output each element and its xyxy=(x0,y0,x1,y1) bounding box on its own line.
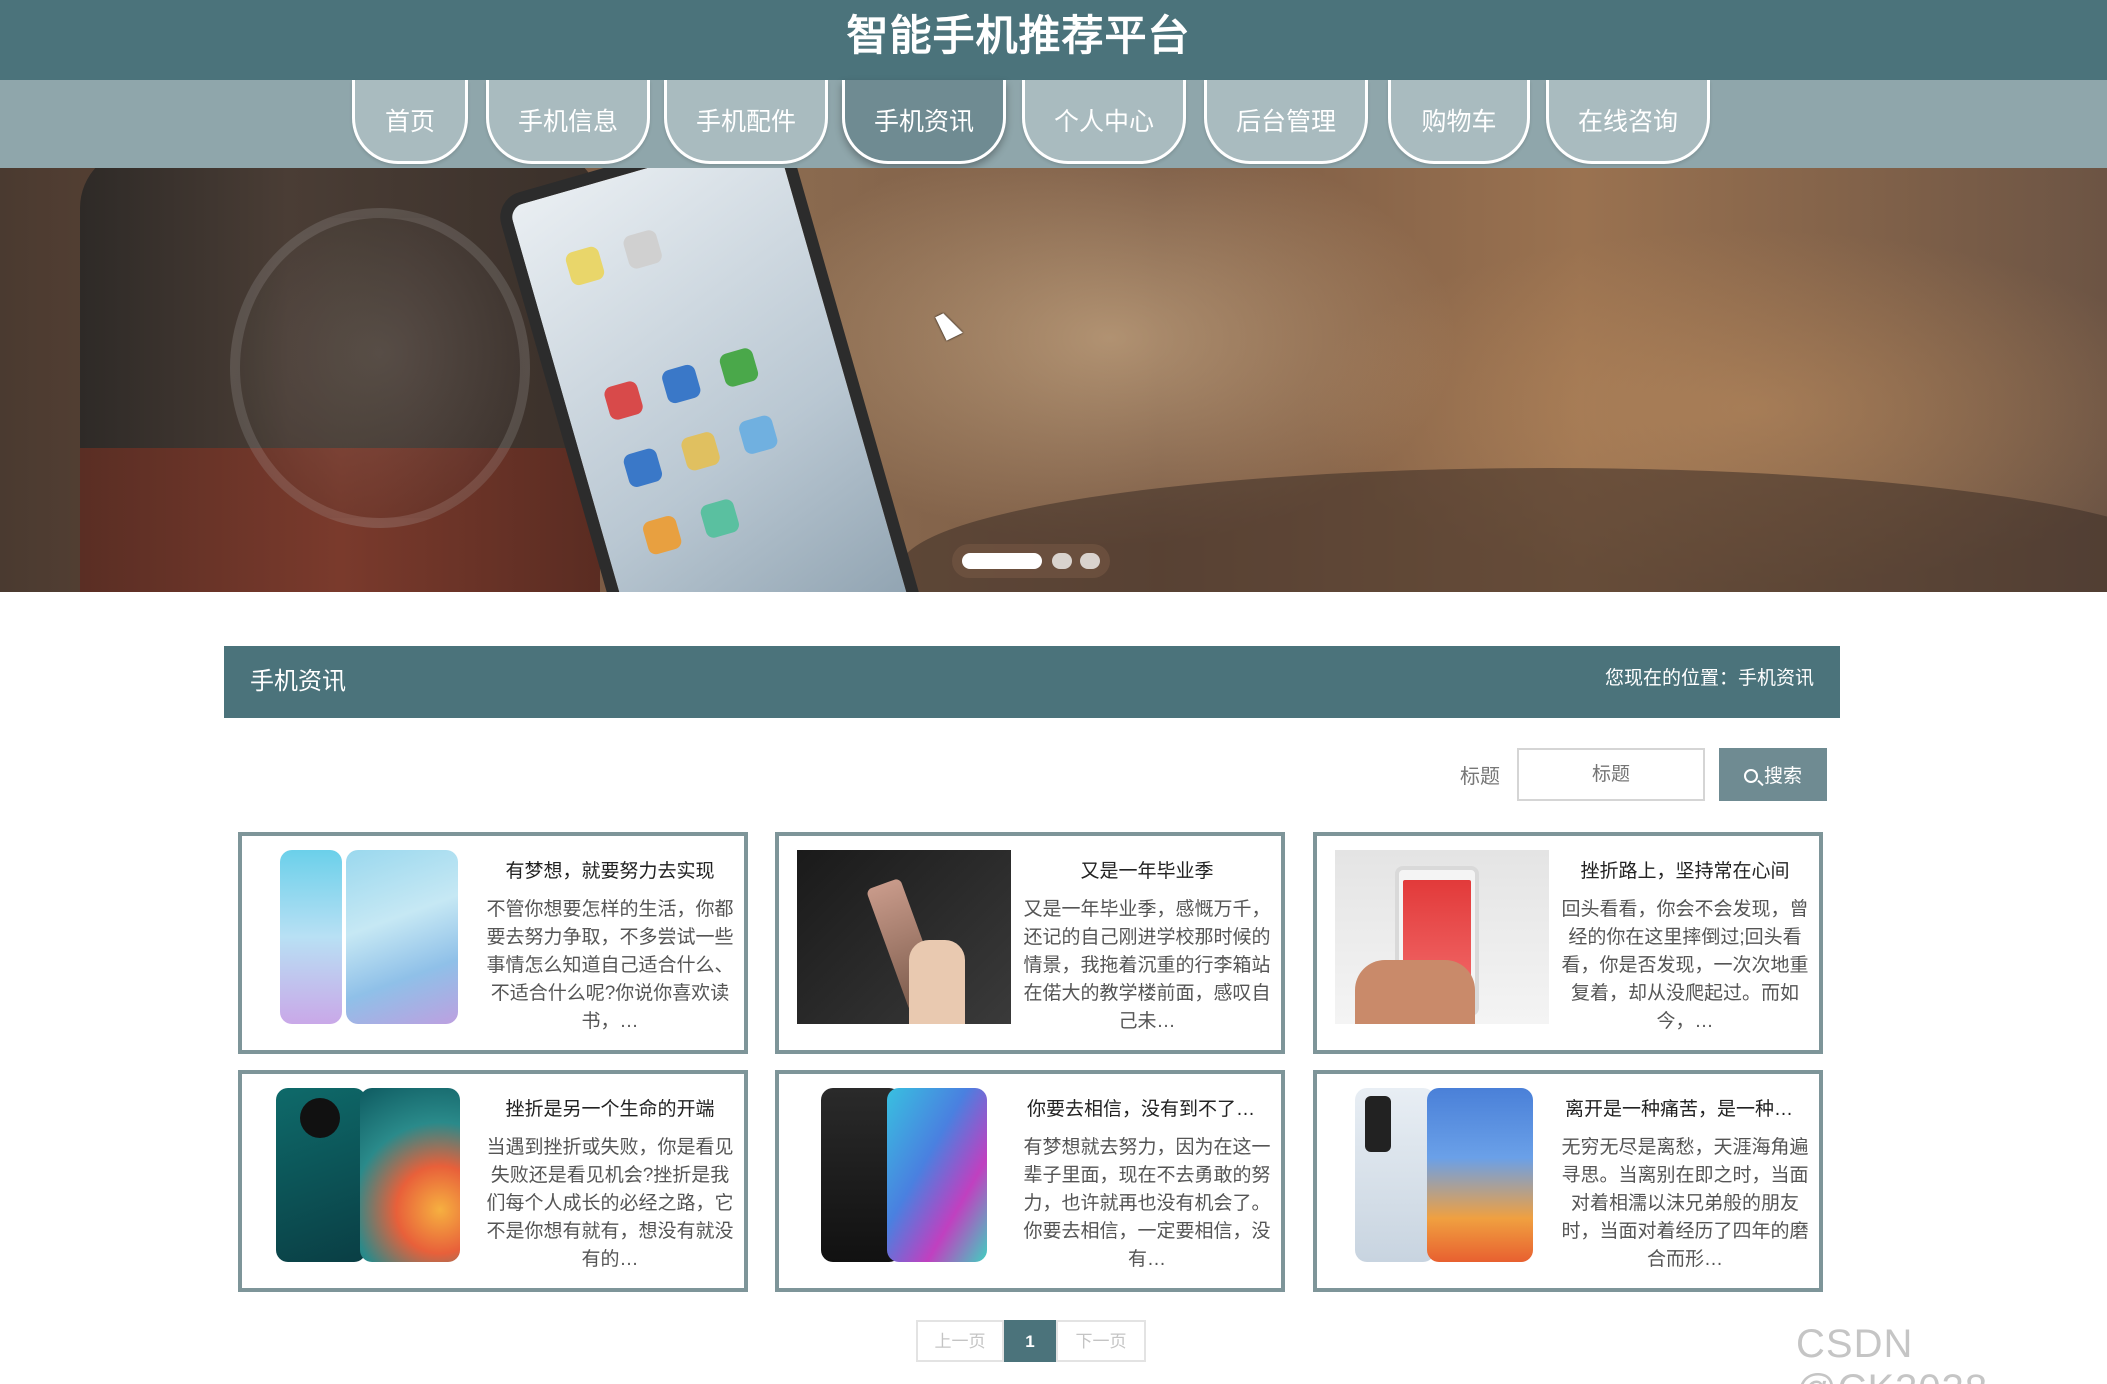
breadcrumb: 您现在的位置：手机资讯 xyxy=(1604,668,1814,689)
article-title: 离开是一种痛苦，是一种成长 xyxy=(1565,1099,1805,1120)
carousel-dot-3[interactable] xyxy=(1080,553,1100,569)
article-summary: 当遇到挫折或失败，你是看见失败还是看见机会?挫折是我们每个人成长的必经之路，它不… xyxy=(486,1137,734,1270)
nav-item-user-center[interactable]: 个人中心 xyxy=(1022,80,1186,164)
nav-item-admin[interactable]: 后台管理 xyxy=(1204,80,1368,164)
nav-item-home[interactable]: 首页 xyxy=(352,80,468,164)
search-button-label: 搜索 xyxy=(1763,766,1802,787)
article-card[interactable]: 又是一年毕业季 又是一年毕业季，感慨万千，还记的自己刚进学校那时候的情景，我拖着… xyxy=(775,832,1285,1054)
page-number-1[interactable]: 1 xyxy=(1004,1320,1056,1362)
article-card[interactable]: 离开是一种痛苦，是一种成长 无穷无尽是离愁，天涯海角遍寻思。当离别在即之时，当面… xyxy=(1313,1070,1823,1292)
search-icon xyxy=(1743,769,1758,783)
article-thumbnail xyxy=(260,850,474,1024)
carousel-dot-1[interactable] xyxy=(962,553,1042,569)
nav-item-cart[interactable]: 购物车 xyxy=(1388,80,1530,164)
article-title: 你要去相信，没有到不了的明天 xyxy=(1027,1099,1267,1120)
article-card[interactable]: 有梦想，就要努力去实现 不管你想要怎样的生活，你都要去努力争取，不多尝试一些事情… xyxy=(238,832,748,1054)
article-card[interactable]: 挫折路上，坚持常在心间 回头看看，你会不会发现，曾经的你在这里摔倒过;回头看看，… xyxy=(1313,832,1823,1054)
nav-item-accessories[interactable]: 手机配件 xyxy=(664,80,828,164)
article-summary: 又是一年毕业季，感慨万千，还记的自己刚进学校那时候的情景，我拖着沉重的行李箱站在… xyxy=(1023,899,1271,1032)
watermark: CSDN @CK3038 xyxy=(1796,1322,1987,1384)
carousel-indicators xyxy=(952,544,1110,578)
search-input[interactable] xyxy=(1517,748,1705,801)
carousel-dot-2[interactable] xyxy=(1052,553,1072,569)
site-header: 智能手机推荐平台 xyxy=(0,0,2107,80)
article-thumbnail xyxy=(797,850,1011,1024)
search-label: 标题 xyxy=(1460,766,1500,788)
article-thumbnail xyxy=(797,1088,1011,1262)
article-title: 又是一年毕业季 xyxy=(1080,861,1214,882)
article-title: 挫折是另一个生命的开端 xyxy=(505,1099,715,1120)
article-summary: 有梦想就去努力，因为在这一辈子里面，现在不去勇敢的努力，也许就再也没有机会了。你… xyxy=(1023,1137,1271,1270)
section-title: 手机资讯 xyxy=(250,668,346,695)
article-thumbnail xyxy=(1335,1088,1549,1262)
banner-carousel[interactable] xyxy=(0,168,2107,592)
nav-item-phone-news[interactable]: 手机资讯 xyxy=(842,80,1006,164)
article-card[interactable]: 你要去相信，没有到不了的明天 有梦想就去努力，因为在这一辈子里面，现在不去勇敢的… xyxy=(775,1070,1285,1292)
article-title: 挫折路上，坚持常在心间 xyxy=(1580,861,1790,882)
article-summary: 回头看看，你会不会发现，曾经的你在这里摔倒过;回头看看，你是否发现，一次次地重复… xyxy=(1561,899,1809,1032)
section-header: 手机资讯 您现在的位置：手机资讯 xyxy=(224,646,1840,718)
article-summary: 无穷无尽是离愁，天涯海角遍寻思。当离别在即之时，当面对着相濡以沫兄弟般的朋友时，… xyxy=(1561,1137,1809,1270)
banner-cup-logo xyxy=(230,208,530,528)
article-card[interactable]: 挫折是另一个生命的开端 当遇到挫折或失败，你是看见失败还是看见机会?挫折是我们每… xyxy=(238,1070,748,1292)
site-title: 智能手机推荐平台 xyxy=(846,12,1191,59)
nav-item-phone-info[interactable]: 手机信息 xyxy=(486,80,650,164)
next-page-button[interactable]: 下一页 xyxy=(1056,1320,1146,1362)
article-thumbnail xyxy=(1335,850,1549,1024)
article-title: 有梦想，就要努力去实现 xyxy=(505,861,715,882)
nav-item-online-chat[interactable]: 在线咨询 xyxy=(1546,80,1710,164)
article-thumbnail xyxy=(260,1088,474,1262)
prev-page-button[interactable]: 上一页 xyxy=(916,1320,1004,1362)
search-button[interactable]: 搜索 xyxy=(1719,748,1827,801)
article-summary: 不管你想要怎样的生活，你都要去努力争取，不多尝试一些事情怎么知道自己适合什么、不… xyxy=(486,899,734,1032)
